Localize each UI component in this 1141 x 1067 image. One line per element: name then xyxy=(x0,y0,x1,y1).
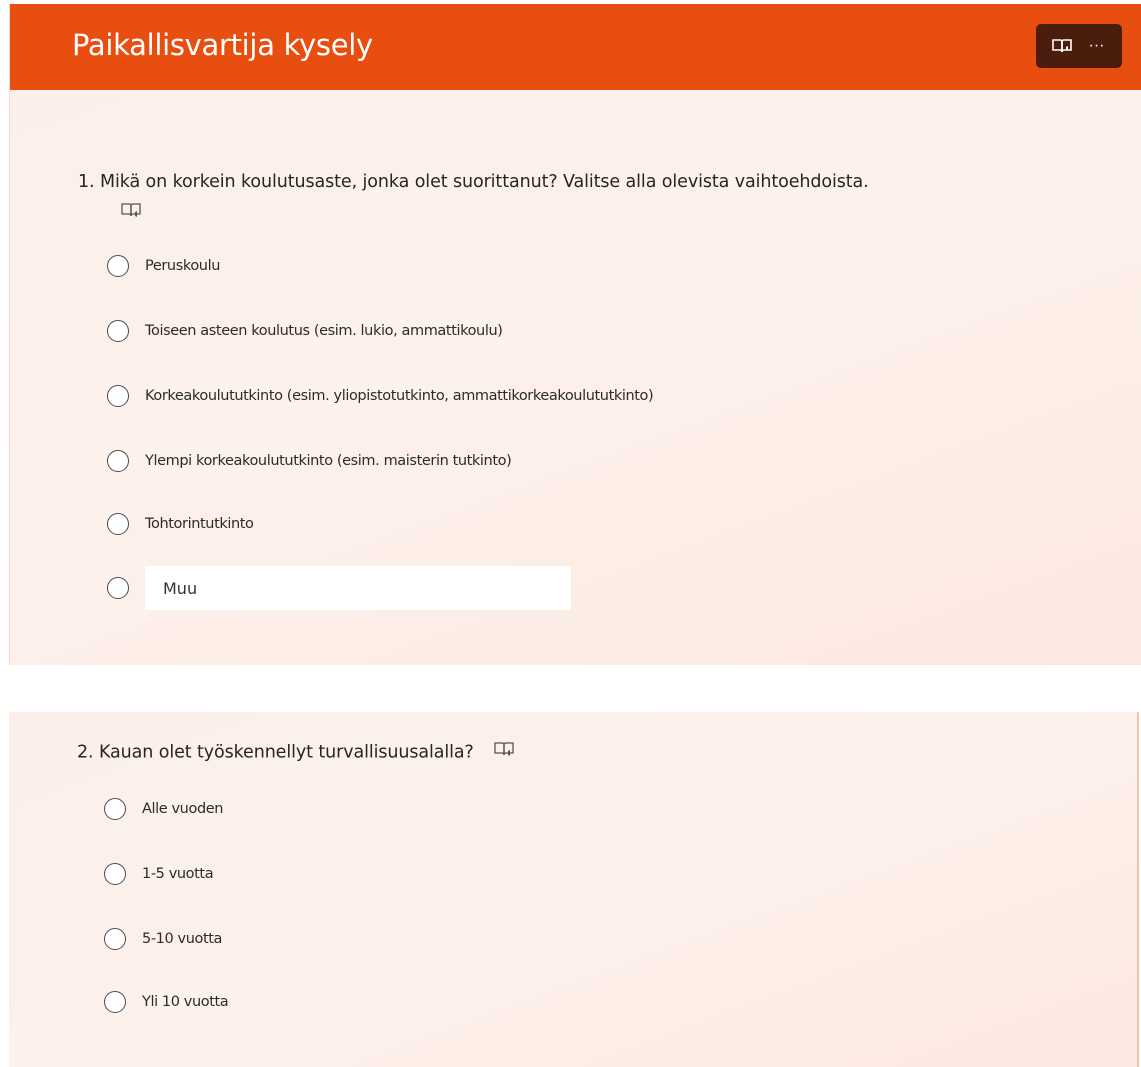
option-label: Alle vuoden xyxy=(142,801,224,817)
option-label: Tohtorintutkinto xyxy=(145,516,254,532)
form-title: Paikallisvartija kysely xyxy=(72,28,373,62)
q2-option-1[interactable]: Alle vuoden xyxy=(104,798,223,820)
option-label: Korkeakoulututkinto (esim. yliopistotutk… xyxy=(145,388,654,404)
option-label: 5-10 vuotta xyxy=(142,931,223,947)
more-options-icon: ··· xyxy=(1088,37,1105,54)
q1-option-5[interactable]: Tohtorintutkinto xyxy=(107,513,254,535)
question-2-text: 2. Kauan olet työskennellyt turvallisuus… xyxy=(77,742,474,763)
question-1-text: 1. Mikä on korkein koulutusaste, jonka o… xyxy=(78,172,869,192)
form-card-question-1: Paikallisvartija kysely ··· 1. Mikä on k… xyxy=(9,4,1141,665)
option-label: 1-5 vuotta xyxy=(142,866,214,882)
more-options-button[interactable]: ··· xyxy=(1082,31,1112,61)
radio-button[interactable] xyxy=(107,513,129,535)
header-actions: ··· xyxy=(1036,24,1122,68)
immersive-reader-icon xyxy=(494,742,514,756)
form-card-question-2: 2. Kauan olet työskennellyt turvallisuus… xyxy=(9,712,1139,1067)
radio-button[interactable] xyxy=(107,450,129,472)
option-label: Toiseen asteen koulutus (esim. lukio, am… xyxy=(145,323,503,339)
q2-option-3[interactable]: 5-10 vuotta xyxy=(104,928,222,950)
question-1-reader-button[interactable] xyxy=(120,201,142,226)
radio-button[interactable] xyxy=(107,255,129,277)
immersive-reader-button[interactable] xyxy=(1047,31,1077,61)
radio-button[interactable] xyxy=(104,798,126,820)
question-1-title: 1. Mikä on korkein koulutusaste, jonka o… xyxy=(78,172,869,192)
radio-button[interactable] xyxy=(104,991,126,1013)
immersive-reader-icon xyxy=(121,203,141,217)
option-label: Peruskoulu xyxy=(145,258,221,274)
other-text-input[interactable] xyxy=(145,566,571,610)
q1-option-2[interactable]: Toiseen asteen koulutus (esim. lukio, am… xyxy=(107,320,503,342)
radio-button[interactable] xyxy=(107,385,129,407)
q1-option-1[interactable]: Peruskoulu xyxy=(107,255,220,277)
radio-button[interactable] xyxy=(104,928,126,950)
q2-option-4[interactable]: Yli 10 vuotta xyxy=(104,991,229,1013)
radio-button[interactable] xyxy=(107,320,129,342)
immersive-reader-icon xyxy=(1051,39,1072,53)
q1-option-other[interactable] xyxy=(107,566,571,610)
option-label: Yli 10 vuotta xyxy=(142,994,229,1010)
radio-button[interactable] xyxy=(107,577,129,599)
radio-button[interactable] xyxy=(104,863,126,885)
question-2-reader-button[interactable] xyxy=(493,740,515,765)
q1-option-4[interactable]: Ylempi korkeakoulututkinto (esim. maiste… xyxy=(107,450,512,472)
q2-option-2[interactable]: 1-5 vuotta xyxy=(104,863,214,885)
option-label: Ylempi korkeakoulututkinto (esim. maiste… xyxy=(145,453,512,469)
question-2-title: 2. Kauan olet työskennellyt turvallisuus… xyxy=(77,740,515,765)
q1-option-3[interactable]: Korkeakoulututkinto (esim. yliopistotutk… xyxy=(107,385,654,407)
form-header: Paikallisvartija kysely ··· xyxy=(10,4,1141,90)
